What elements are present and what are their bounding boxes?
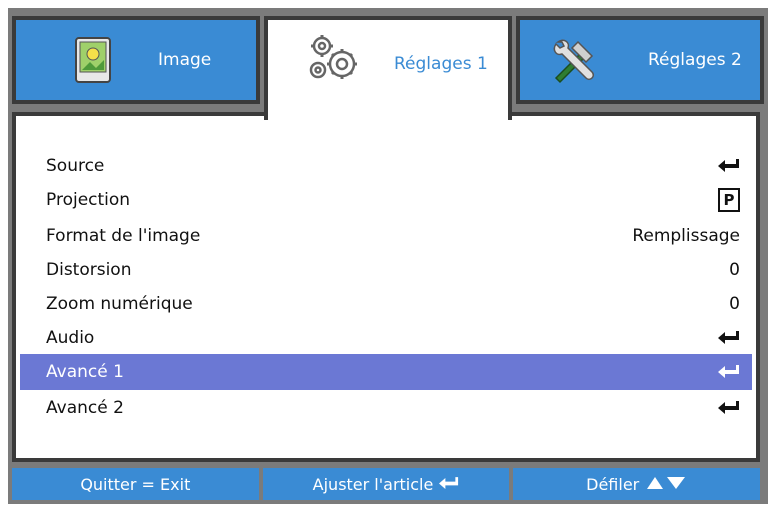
menu-item-audio[interactable]: Audio (20, 320, 752, 356)
menu-item-projection[interactable]: Projection P (20, 182, 752, 218)
menu-item-format-image[interactable]: Format de l'image Remplissage (20, 218, 752, 254)
scroll-hint-label: Défiler (586, 474, 640, 494)
projection-mode-badge: P (718, 188, 740, 212)
tab-reglages-1[interactable]: Réglages 1 (264, 16, 512, 120)
menu-item-label: Zoom numérique (46, 294, 193, 314)
menu-item-label: Source (46, 156, 105, 176)
footer-bar: Quitter = Exit Ajuster l'article Défiler (12, 468, 761, 500)
tab-reglages-1-label: Réglages 1 (394, 54, 488, 74)
enter-icon (718, 365, 740, 379)
menu-item-zoom-numerique[interactable]: Zoom numérique 0 (20, 286, 752, 322)
adjust-hint-label: Ajuster l'article (312, 474, 434, 494)
menu-item-avance-1[interactable]: Avancé 1 (20, 354, 752, 390)
menu-item-value: 0 (729, 260, 740, 280)
menu-item-label: Distorsion (46, 260, 132, 280)
exit-hint-label: Quitter = Exit (80, 474, 191, 494)
menu-item-avance-2[interactable]: Avancé 2 (20, 390, 752, 426)
enter-icon (718, 401, 740, 415)
exit-hint[interactable]: Quitter = Exit (12, 468, 259, 500)
up-down-arrows-icon (645, 475, 687, 494)
menu-item-label: Audio (46, 328, 95, 348)
menu-item-distorsion[interactable]: Distorsion 0 (20, 252, 752, 288)
menu-item-label: Format de l'image (46, 226, 201, 246)
menu-item-source[interactable]: Source (20, 148, 752, 184)
menu-panel: Source Projection P Format de l'image Re… (12, 112, 760, 462)
menu-item-value: Remplissage (632, 226, 740, 246)
tab-reglages-2-label: Réglages 2 (648, 50, 742, 70)
adjust-hint[interactable]: Ajuster l'article (262, 468, 510, 500)
menu-item-label: Projection (46, 190, 131, 210)
picture-icon (72, 34, 114, 86)
enter-icon (718, 159, 740, 173)
menu-item-label: Avancé 1 (46, 362, 124, 382)
menu-item-label: Avancé 2 (46, 398, 124, 418)
tab-image-label: Image (158, 50, 212, 70)
tab-reglages-2[interactable]: Réglages 2 (516, 16, 764, 104)
tab-image[interactable]: Image (12, 16, 260, 104)
scroll-hint[interactable]: Défiler (513, 468, 761, 500)
enter-icon (718, 331, 740, 345)
enter-icon (439, 475, 459, 494)
tools-icon (546, 32, 602, 88)
osd-frame: Image Réglages 1 Réglages 2 Source Proje… (8, 8, 768, 504)
menu-item-value: 0 (729, 294, 740, 314)
gears-icon (304, 30, 364, 86)
